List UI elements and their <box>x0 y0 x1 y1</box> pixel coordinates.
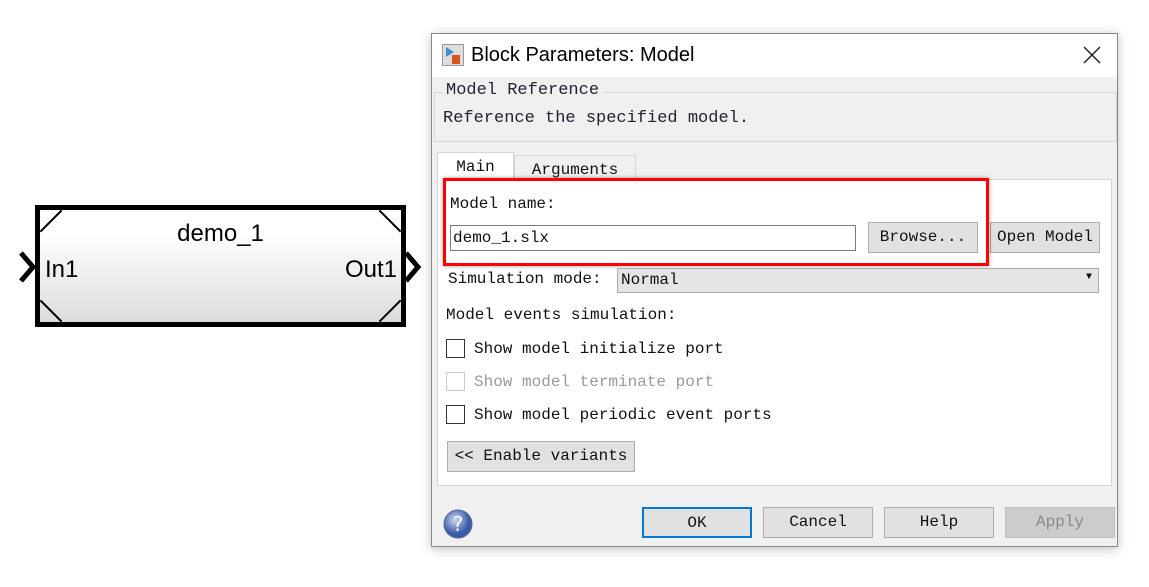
ok-button[interactable]: OK <box>642 507 752 538</box>
description-text: Reference the specified model. <box>443 109 750 128</box>
terminate-port-checkbox <box>446 372 465 391</box>
initialize-port-label: Show model initialize port <box>474 340 724 358</box>
svg-text:?: ? <box>453 512 464 536</box>
block-parameters-dialog: Block Parameters: Model Model Reference … <box>431 33 1118 547</box>
periodic-event-ports-label: Show model periodic event ports <box>474 406 772 424</box>
title-bar: Block Parameters: Model <box>432 34 1117 77</box>
block-corner <box>378 299 402 323</box>
close-icon[interactable] <box>1083 46 1101 64</box>
block-name: demo_1 <box>177 220 264 247</box>
enable-variants-button[interactable]: << Enable variants <box>447 441 635 472</box>
apply-button: Apply <box>1005 507 1115 538</box>
cancel-button[interactable]: Cancel <box>763 507 873 538</box>
output-port-arrow-icon[interactable] <box>403 250 423 284</box>
terminate-port-label: Show model terminate port <box>474 373 715 391</box>
tab-main[interactable]: Main <box>437 152 514 181</box>
tab-arguments[interactable]: Arguments <box>514 155 636 180</box>
model-reference-block[interactable]: demo_1 In1 Out1 <box>35 205 406 327</box>
simulation-mode-select[interactable]: Normal ▼ <box>617 268 1099 293</box>
block-corner <box>39 299 63 323</box>
input-port-arrow-icon[interactable] <box>18 250 38 284</box>
simulink-app-icon <box>442 44 464 66</box>
simulation-mode-label: Simulation mode: <box>448 270 602 288</box>
group-title: Model Reference <box>442 81 604 100</box>
events-label: Model events simulation: <box>446 306 677 324</box>
help-icon[interactable]: ? <box>442 508 474 540</box>
simulation-mode-value: Normal <box>621 271 679 289</box>
initialize-port-checkbox[interactable] <box>446 339 465 358</box>
in-port-label: In1 <box>45 256 79 283</box>
highlight-box <box>443 178 989 266</box>
open-model-button[interactable]: Open Model <box>990 222 1100 253</box>
dialog-title: Block Parameters: Model <box>471 44 695 66</box>
out-port-label: Out1 <box>344 256 397 283</box>
help-button[interactable]: Help <box>884 507 994 538</box>
dropdown-arrow-icon: ▼ <box>1085 272 1092 283</box>
periodic-event-ports-checkbox[interactable] <box>446 405 465 424</box>
